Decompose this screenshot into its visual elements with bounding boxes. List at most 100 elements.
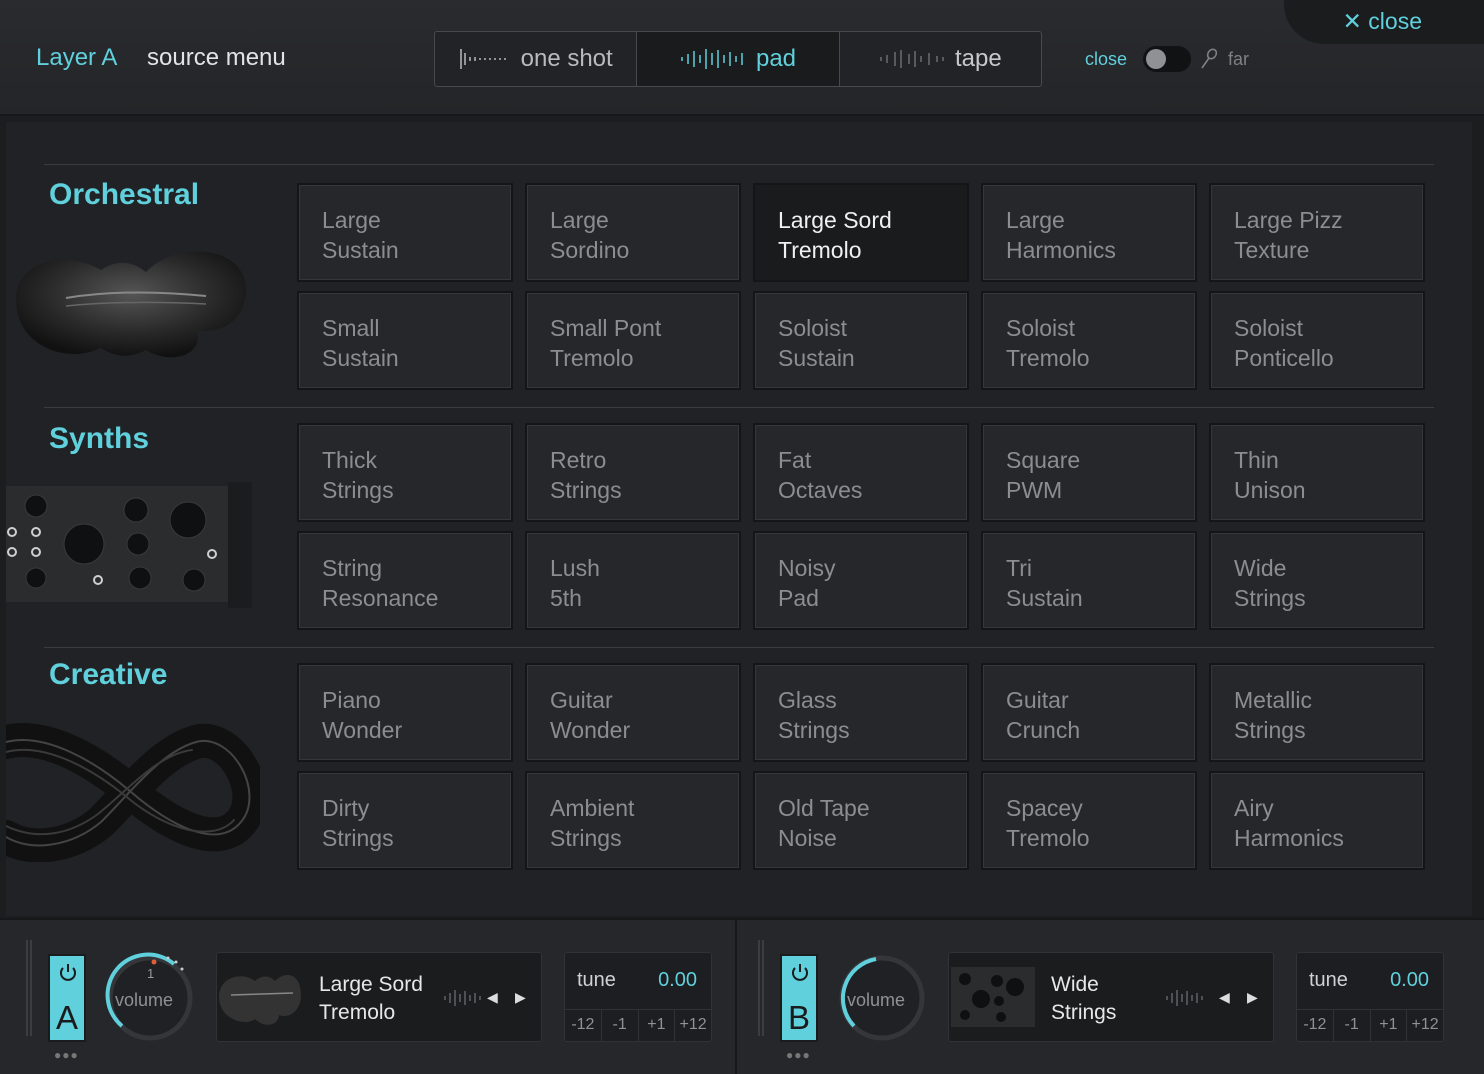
- source-tile[interactable]: Noisy Pad: [753, 531, 969, 630]
- power-icon: [60, 964, 76, 981]
- tape-wave-icon: [880, 50, 944, 68]
- category-title-creative: Creative: [49, 658, 168, 691]
- source-tile[interactable]: Retro Strings: [525, 423, 741, 522]
- source-tile[interactable]: Soloist Ponticello: [1209, 291, 1425, 390]
- mode-one-shot-button[interactable]: one shot: [435, 32, 638, 86]
- source-browser: Orchestral Synths Creative Large Sustain…: [6, 122, 1472, 916]
- previous-source-arrow-icon[interactable]: ◀: [1219, 989, 1230, 1006]
- source-tile[interactable]: Large Harmonics: [981, 183, 1197, 282]
- volume-marker: 1: [147, 966, 155, 981]
- source-tile[interactable]: Guitar Crunch: [981, 663, 1197, 762]
- tune-plus-12-button[interactable]: +12: [1407, 1010, 1443, 1041]
- mode-pad-button[interactable]: pad: [637, 32, 840, 86]
- next-source-arrow-icon[interactable]: ▶: [1247, 989, 1258, 1006]
- tune-minus-12-button[interactable]: -12: [565, 1010, 602, 1041]
- mode-label: pad: [755, 45, 797, 72]
- source-tile[interactable]: String Resonance: [297, 531, 513, 630]
- layer-b-button[interactable]: B: [780, 954, 818, 1042]
- source-name: Large Sord Tremolo: [319, 973, 423, 1024]
- source-tile[interactable]: Soloist Sustain: [753, 291, 969, 390]
- toggle-knob: [1146, 49, 1166, 69]
- mode-tape-button[interactable]: tape: [840, 32, 1041, 86]
- mode-label: tape: [954, 45, 1002, 72]
- source-tile[interactable]: Piano Wonder: [297, 663, 513, 762]
- header-bar: ✕ close Layer A source menu one shot pad…: [0, 0, 1484, 116]
- source-selector[interactable]: Large Sord Tremolo ◀ ▶: [216, 952, 542, 1042]
- mic-distance-far-label: far: [1228, 49, 1250, 69]
- close-label: close: [1368, 8, 1422, 34]
- source-tile[interactable]: Ambient Strings: [525, 771, 741, 870]
- tune-label: tune: [577, 969, 616, 991]
- source-tile[interactable]: Thin Unison: [1209, 423, 1425, 522]
- source-tile[interactable]: Small Pont Tremolo: [525, 291, 741, 390]
- source-tile[interactable]: Large Pizz Texture: [1209, 183, 1425, 282]
- source-tile[interactable]: Square PWM: [981, 423, 1197, 522]
- source-tile[interactable]: Metallic Strings: [1209, 663, 1425, 762]
- source-tile[interactable]: Wide Strings: [1209, 531, 1425, 630]
- layer-footer: A ●●● 1 volume Large Sord Tremolo ◀ ▶ tu…: [0, 918, 1484, 1074]
- source-tile[interactable]: Large Sordino: [525, 183, 741, 282]
- volume-label: volume: [115, 990, 174, 1010]
- tune-control: tune 0.00 -12 -1 +1 +12: [1296, 952, 1444, 1042]
- source-tile[interactable]: Soloist Tremolo: [981, 291, 1197, 390]
- more-dots-icon[interactable]: ●●●: [786, 1048, 811, 1062]
- category-title-synths: Synths: [49, 422, 150, 455]
- tune-plus-1-button[interactable]: +1: [1371, 1010, 1408, 1041]
- tune-plus-12-button[interactable]: +12: [675, 1010, 711, 1041]
- source-tile[interactable]: Spacey Tremolo: [981, 771, 1197, 870]
- mic-distance-toggle[interactable]: [1143, 46, 1191, 72]
- source-tile[interactable]: Tri Sustain: [981, 531, 1197, 630]
- layer-letter: B: [787, 999, 810, 1036]
- footer-divider: [735, 918, 737, 1074]
- previous-source-arrow-icon[interactable]: ◀: [487, 989, 498, 1006]
- drag-grip[interactable]: [758, 940, 764, 1036]
- pad-wave-icon: [681, 49, 743, 69]
- waveform-icon: [444, 990, 481, 1006]
- next-source-arrow-icon[interactable]: ▶: [515, 989, 526, 1006]
- layer-letter: A: [55, 999, 78, 1036]
- source-selector[interactable]: Wide Strings ◀ ▶: [948, 952, 1274, 1042]
- category-separator: [44, 407, 1434, 408]
- source-tile[interactable]: Large Sustain: [297, 183, 513, 282]
- category-separator: [44, 164, 1434, 165]
- synth-thumbnail-icon: [951, 967, 1035, 1027]
- layer-label: Layer A: [36, 44, 118, 71]
- source-tile[interactable]: Dirty Strings: [297, 771, 513, 870]
- source-tile[interactable]: Small Sustain: [297, 291, 513, 390]
- tune-value[interactable]: 0.00: [658, 969, 697, 992]
- layer-a-strip: A ●●● 1 volume Large Sord Tremolo ◀ ▶ tu…: [0, 920, 735, 1074]
- tune-control: tune 0.00 -12 -1 +1 +12: [564, 952, 712, 1042]
- microphone-icon: [1201, 48, 1218, 69]
- mic-distance-close-label: close: [1085, 49, 1128, 69]
- layer-a-button[interactable]: A: [48, 954, 86, 1042]
- source-tile[interactable]: Airy Harmonics: [1209, 771, 1425, 870]
- playback-mode-selector: one shot pad tape: [434, 31, 1042, 87]
- layer-b-strip: B ●●● volume Wide Strings ◀ ▶ tune 0.00 …: [737, 920, 1484, 1074]
- waveform-icon: [1166, 990, 1203, 1006]
- source-tile[interactable]: Guitar Wonder: [525, 663, 741, 762]
- more-dots-icon[interactable]: ●●●: [54, 1048, 79, 1062]
- tune-minus-12-button[interactable]: -12: [1297, 1010, 1334, 1041]
- close-button[interactable]: ✕ close: [1343, 8, 1422, 35]
- one-shot-wave-icon: [459, 49, 506, 69]
- source-name: Wide Strings: [1051, 973, 1117, 1024]
- cello-thumbnail-icon: [219, 974, 301, 1025]
- source-tile-selected[interactable]: Large Sord Tremolo: [753, 183, 969, 282]
- category-separator: [44, 647, 1434, 648]
- source-tile[interactable]: Fat Octaves: [753, 423, 969, 522]
- source-tile[interactable]: Lush 5th: [525, 531, 741, 630]
- menu-label: source menu: [147, 44, 286, 71]
- mode-label: one shot: [520, 45, 613, 72]
- tune-minus-1-button[interactable]: -1: [602, 1010, 639, 1041]
- source-tile[interactable]: Glass Strings: [753, 663, 969, 762]
- infinity-cable-icon: [6, 723, 260, 862]
- source-tile[interactable]: Thick Strings: [297, 423, 513, 522]
- tune-value[interactable]: 0.00: [1390, 969, 1429, 992]
- tune-steps: -12 -1 +1 +12: [565, 1009, 711, 1041]
- synth-module-icon: [6, 482, 252, 608]
- drag-grip[interactable]: [26, 940, 32, 1036]
- cello-icon: [16, 251, 246, 358]
- tune-plus-1-button[interactable]: +1: [639, 1010, 676, 1041]
- tune-minus-1-button[interactable]: -1: [1334, 1010, 1371, 1041]
- source-tile[interactable]: Old Tape Noise: [753, 771, 969, 870]
